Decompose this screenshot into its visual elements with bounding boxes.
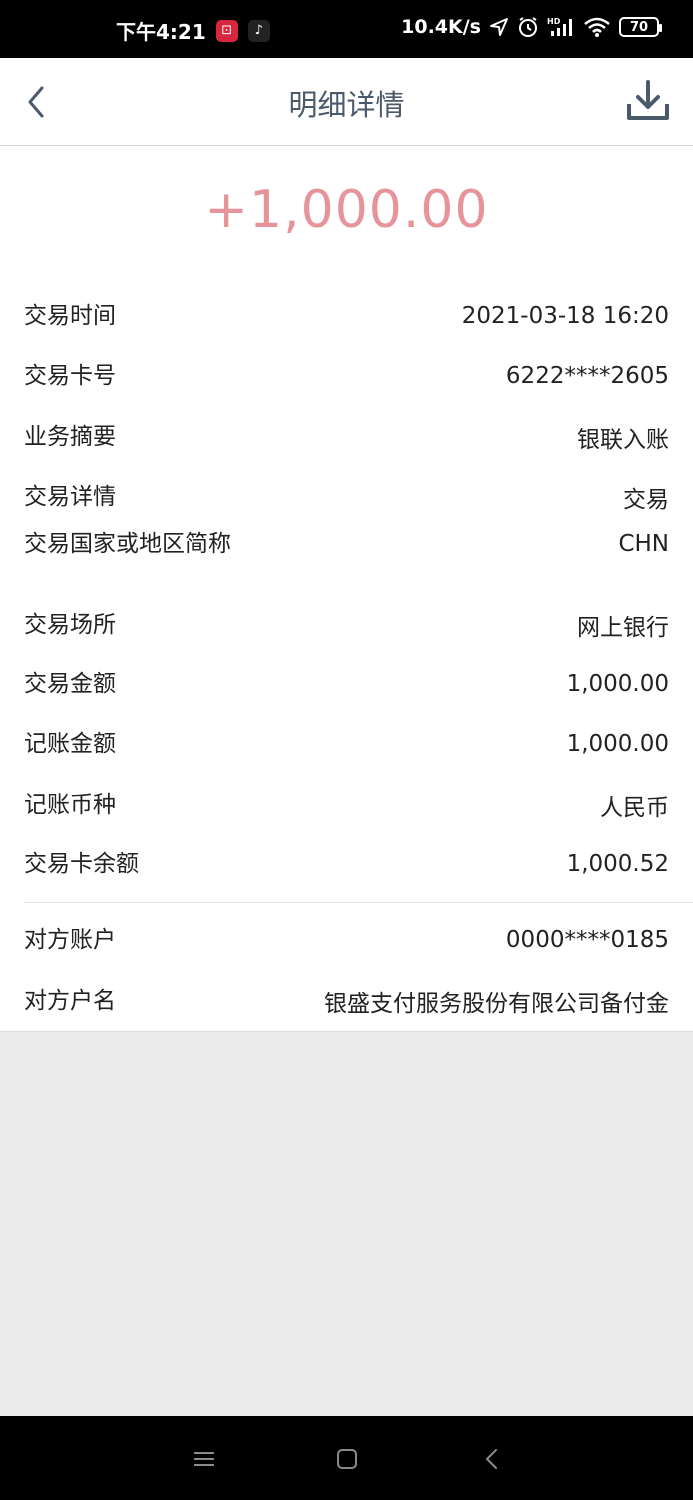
detail-value: 网上银行: [577, 615, 669, 641]
svg-text:HD: HD: [547, 17, 561, 26]
tiktok-app-icon: ♪: [247, 19, 270, 42]
header: 明细详情: [0, 58, 693, 146]
detail-value: 银联入账: [577, 427, 669, 453]
alarm-icon: [519, 17, 537, 37]
detail-row-counterparty-account: 对方账户 0000****0185: [24, 924, 669, 956]
detail-row-trade-time: 交易时间 2021-03-18 16:20: [24, 300, 669, 332]
location-icon: [490, 18, 508, 36]
detail-value: CHN: [618, 531, 669, 557]
detail-label: 业务摘要: [24, 424, 116, 450]
detail-row-summary: 业务摘要 银联入账: [24, 420, 669, 454]
detail-label: 交易卡号: [24, 363, 116, 389]
status-left: 下午4:21 ⊡ ♪: [116, 16, 270, 45]
detail-row-trade-detail: 交易详情 交易: [24, 480, 669, 514]
detail-row-venue: 交易场所 网上银行: [24, 608, 669, 642]
transaction-detail-card: +1,000.00 交易时间 2021-03-18 16:20 交易卡号 622…: [0, 146, 693, 1032]
menu-icon[interactable]: [189, 1446, 219, 1472]
detail-label: 交易金额: [24, 671, 116, 697]
detail-value: 1,000.52: [566, 851, 669, 877]
battery-icon: 70: [619, 17, 662, 37]
detail-row-trade-amount: 交易金额 1,000.00: [24, 668, 669, 700]
detail-value: 1,000.00: [566, 731, 669, 757]
icbc-app-icon: ⊡: [215, 19, 238, 42]
hd-signal-icon: HD: [547, 17, 572, 36]
detail-value: 6222****2605: [505, 363, 669, 389]
detail-value: 2021-03-18 16:20: [461, 303, 669, 329]
home-icon[interactable]: [332, 1446, 362, 1472]
detail-label: 交易国家或地区简称: [24, 531, 231, 557]
section-divider: [24, 902, 693, 903]
detail-label: 交易时间: [24, 303, 116, 329]
back-icon[interactable]: [477, 1446, 507, 1472]
detail-row-balance: 交易卡余额 1,000.52: [24, 848, 669, 880]
detail-value: 0000****0185: [505, 927, 669, 953]
detail-row-card-number: 交易卡号 6222****2605: [24, 360, 669, 392]
detail-label: 交易卡余额: [24, 851, 139, 877]
status-time: 下午4:21: [116, 20, 206, 44]
detail-label: 记账币种: [24, 792, 116, 818]
transaction-amount: +1,000.00: [204, 180, 489, 240]
system-nav-bar: [0, 1416, 693, 1500]
wifi-icon: [584, 17, 610, 37]
detail-label: 交易场所: [24, 612, 116, 638]
detail-row-currency: 记账币种 人民币: [24, 788, 669, 822]
download-icon[interactable]: [625, 78, 671, 124]
detail-value: 人民币: [600, 795, 669, 821]
detail-value: 银盛支付服务股份有限公司备付金: [324, 991, 669, 1017]
network-speed: 10.4K/s: [401, 16, 481, 38]
detail-row-counterparty-name: 对方户名 银盛支付服务股份有限公司备付金: [24, 984, 669, 1018]
detail-row-country: 交易国家或地区简称 CHN: [24, 528, 669, 560]
detail-label: 记账金额: [24, 731, 116, 757]
page-title: 明细详情: [288, 88, 405, 122]
status-right: 10.4K/s HD 70: [401, 16, 662, 38]
status-bar: 下午4:21 ⊡ ♪ 10.4K/s HD 70: [0, 0, 693, 58]
detail-label: 对方账户: [24, 927, 116, 953]
detail-value: 交易: [623, 487, 669, 513]
detail-row-booked-amount: 记账金额 1,000.00: [24, 728, 669, 760]
battery-level: 70: [629, 19, 649, 35]
detail-label: 交易详情: [24, 484, 116, 510]
detail-value: 1,000.00: [566, 671, 669, 697]
detail-label: 对方户名: [24, 988, 116, 1014]
